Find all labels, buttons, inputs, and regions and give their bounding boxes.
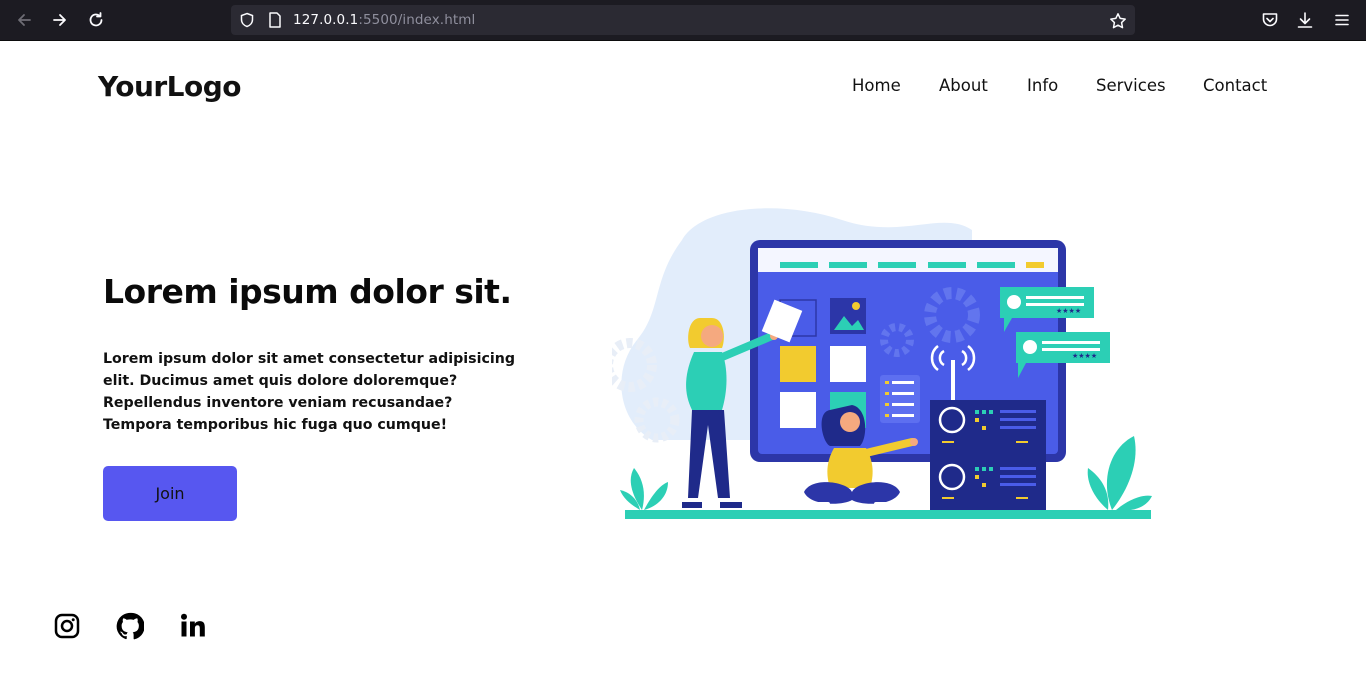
page-icon	[269, 12, 281, 28]
linkedin-link[interactable]	[179, 612, 207, 640]
back-arrow-icon	[18, 14, 31, 26]
github-icon	[116, 612, 145, 640]
downloads-button[interactable]	[1294, 9, 1316, 31]
join-button[interactable]: Join	[103, 466, 237, 521]
ground-line	[625, 510, 1151, 519]
nav-link-contact[interactable]: Contact	[1203, 76, 1267, 95]
url-path: :5500/index.html	[358, 12, 476, 28]
github-link[interactable]	[116, 612, 145, 640]
url-host: 127.0.0.1	[293, 12, 359, 28]
shield-icon	[240, 12, 254, 28]
url-text: 127.0.0.1:5500/index.html	[293, 12, 475, 28]
nav-link-home[interactable]: Home	[852, 76, 901, 95]
pocket-icon	[1262, 13, 1278, 27]
screen-header	[758, 248, 1058, 272]
reload-button[interactable]	[84, 8, 108, 32]
nav-link-info[interactable]: Info	[1027, 76, 1058, 95]
back-button[interactable]	[12, 8, 36, 32]
instagram-icon	[54, 613, 80, 639]
instagram-link[interactable]	[53, 612, 81, 640]
pocket-button[interactable]	[1259, 9, 1281, 31]
reload-icon	[89, 12, 103, 27]
download-icon	[1297, 12, 1313, 28]
address-bar[interactable]: 127.0.0.1:5500/index.html	[231, 5, 1135, 35]
hero-description: Lorem ipsum dolor sit amet consectetur a…	[103, 351, 515, 433]
nav-link-services[interactable]: Services	[1096, 76, 1166, 95]
hero-illustration: ★★★★ ★★★★	[612, 208, 1152, 519]
hero-title: Lorem ipsum dolor sit.	[103, 272, 512, 311]
screen-header-bars	[780, 262, 1015, 268]
forward-button[interactable]	[48, 8, 72, 32]
plant-right	[1087, 436, 1152, 511]
svg-text:★★★★: ★★★★	[1056, 307, 1081, 315]
site-logo[interactable]: YourLogo	[98, 70, 242, 103]
nav-link-about[interactable]: About	[939, 76, 988, 95]
menu-button[interactable]	[1331, 9, 1353, 31]
bookmark-star-icon[interactable]	[1109, 12, 1127, 30]
linkedin-icon	[181, 613, 205, 637]
svg-text:★★★★: ★★★★	[1072, 352, 1097, 360]
forward-arrow-icon	[53, 14, 66, 26]
plant-left	[620, 468, 668, 510]
browser-toolbar: 127.0.0.1:5500/index.html	[0, 0, 1366, 41]
hamburger-menu-icon	[1335, 14, 1349, 26]
